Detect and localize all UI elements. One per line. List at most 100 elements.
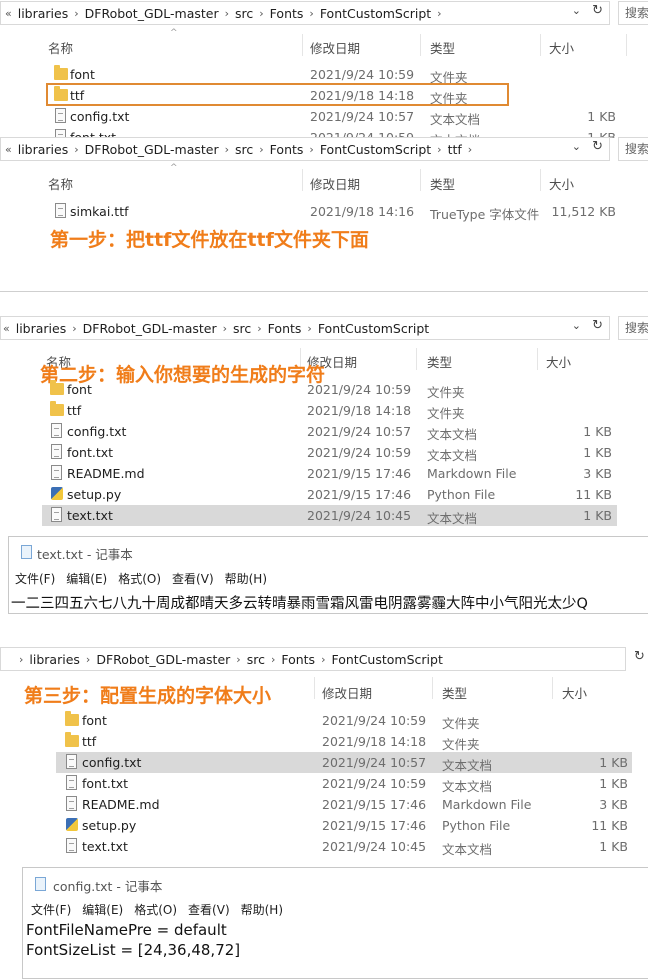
folder-icon <box>50 401 64 416</box>
file-row[interactable]: ttf 2021/9/18 14:18 文件夹 <box>0 400 620 421</box>
explorer-panel-1: « libraries › DFRobot_GDL-master › src › Fo… <box>0 0 648 138</box>
explorer-panel-2: « libraries › DFRobot_GDL-master › src › Fo… <box>0 137 648 292</box>
column-header-date[interactable]: 修改日期 <box>310 174 360 193</box>
file-row[interactable]: font 2021/9/24 10:59 文件夹 <box>0 710 640 731</box>
search-input[interactable]: 搜索 <box>618 316 648 340</box>
column-header-size[interactable]: 大小 <box>549 38 574 57</box>
file-row[interactable]: README.md 2021/9/15 17:46 Markdown File … <box>0 463 620 484</box>
breadcrumb-fonts[interactable]: Fonts <box>268 321 302 336</box>
chevron-down-icon[interactable]: ⌄ <box>572 140 581 153</box>
column-header-type[interactable]: 类型 <box>442 683 467 702</box>
menu-file[interactable]: 文件(F) <box>15 572 55 586</box>
menu-edit[interactable]: 编辑(E) <box>82 903 123 917</box>
refresh-icon[interactable]: ↻ <box>592 139 603 154</box>
python-file-icon <box>66 818 78 831</box>
file-row[interactable]: text.txt 2021/9/24 10:45 文本文档 1 KB <box>0 836 640 857</box>
text-file-icon <box>51 444 62 459</box>
text-file-icon <box>55 108 66 123</box>
folder-icon <box>65 711 79 726</box>
menu-format[interactable]: 格式(O) <box>118 572 161 586</box>
refresh-icon[interactable]: ↻ <box>634 649 645 664</box>
back-chevron-icon[interactable]: « <box>5 143 12 156</box>
breadcrumb-ttf[interactable]: ttf <box>448 142 462 157</box>
breadcrumb-fontcustomscript[interactable]: FontCustomScript <box>331 652 442 667</box>
search-input[interactable]: 搜索 <box>618 137 648 161</box>
breadcrumb-src[interactable]: src <box>235 142 253 157</box>
column-header-date[interactable]: 修改日期 <box>310 38 360 57</box>
config-line-2[interactable]: FontSizeList = [24,36,48,72] <box>26 941 240 959</box>
column-header-type[interactable]: 类型 <box>430 174 455 193</box>
breadcrumb-fonts[interactable]: Fonts <box>281 652 315 667</box>
menu-help[interactable]: 帮助(H) <box>225 572 267 586</box>
file-row[interactable]: font.txt 2021/9/24 10:59 文本文档 1 KB <box>0 773 640 794</box>
address-bar[interactable]: « libraries › DFRobot_GDL-master › src › Fo… <box>0 1 610 25</box>
menu-edit[interactable]: 编辑(E) <box>66 572 107 586</box>
breadcrumb-fontcustomscript[interactable]: FontCustomScript <box>320 142 431 157</box>
file-row[interactable]: font 2021/9/24 10:59 文件夹 <box>0 64 648 85</box>
column-header-type[interactable]: 类型 <box>427 352 452 371</box>
address-bar[interactable]: « libraries › DFRobot_GDL-master › src › Fo… <box>0 316 610 340</box>
file-row-selected[interactable]: text.txt 2021/9/24 10:45 文本文档 1 KB <box>42 505 617 526</box>
text-file-icon <box>66 754 77 769</box>
column-header-size[interactable]: 大小 <box>562 683 587 702</box>
menu-help[interactable]: 帮助(H) <box>241 903 283 917</box>
column-header-name[interactable]: 名称 <box>48 174 73 193</box>
folder-icon <box>50 380 64 395</box>
breadcrumb-dfrobot[interactable]: DFRobot_GDL-master <box>85 6 219 21</box>
breadcrumb-fontcustomscript[interactable]: FontCustomScript <box>318 321 429 336</box>
sort-arrow-icon: ^ <box>170 163 178 173</box>
breadcrumb-src[interactable]: src <box>247 652 265 667</box>
file-row[interactable]: ttf 2021/9/18 14:18 文件夹 <box>0 731 640 752</box>
chevron-down-icon[interactable]: ⌄ <box>572 319 581 332</box>
folder-icon <box>65 732 79 747</box>
config-line-1[interactable]: FontFileNamePre = default <box>26 921 227 939</box>
search-input[interactable]: 搜索 <box>618 1 648 25</box>
breadcrumb-dfrobot[interactable]: DFRobot_GDL-master <box>83 321 217 336</box>
file-row[interactable]: config.txt 2021/9/24 10:57 文本文档 1 KB <box>0 421 620 442</box>
chevron-down-icon[interactable]: ⌄ <box>572 4 581 17</box>
text-editor-content[interactable]: 一二三四五六七八九十周成都晴天多云转晴暴雨雪霜风雷电阴露雾霾大阵中小气阳光太少Q <box>11 592 648 613</box>
notepad-icon <box>21 545 32 559</box>
back-chevron-icon[interactable]: « <box>3 322 10 335</box>
refresh-icon[interactable]: ↻ <box>592 3 603 18</box>
breadcrumb-dfrobot[interactable]: DFRobot_GDL-master <box>85 142 219 157</box>
column-header-size[interactable]: 大小 <box>546 352 571 371</box>
address-bar[interactable]: › libraries › DFRobot_GDL-master › src › Fo… <box>0 647 626 671</box>
window-title: config.txt - 记事本 <box>53 879 163 894</box>
file-row[interactable]: setup.py 2021/9/15 17:46 Python File 11 … <box>0 484 620 505</box>
notepad-window: text.txt - 记事本 文件(F) 编辑(E) 格式(O) 查看(V) 帮助(H)… <box>8 536 648 614</box>
text-file-icon <box>51 423 62 438</box>
address-bar[interactable]: « libraries › DFRobot_GDL-master › src › Fo… <box>0 137 610 161</box>
menu-format[interactable]: 格式(O) <box>134 903 177 917</box>
column-header-name[interactable]: 名称 <box>48 38 73 57</box>
menu-file[interactable]: 文件(F) <box>31 903 71 917</box>
file-row[interactable]: setup.py 2021/9/15 17:46 Python File 11 … <box>0 815 640 836</box>
column-header-type[interactable]: 类型 <box>430 38 455 57</box>
breadcrumb-libraries[interactable]: libraries <box>29 652 80 667</box>
breadcrumb-fonts[interactable]: Fonts <box>270 142 304 157</box>
breadcrumb-dfrobot[interactable]: DFRobot_GDL-master <box>96 652 230 667</box>
file-row[interactable]: font 2021/9/24 10:59 文件夹 <box>0 379 620 400</box>
back-chevron-icon[interactable]: › <box>19 653 23 666</box>
back-chevron-icon[interactable]: « <box>5 7 12 20</box>
breadcrumb-fonts[interactable]: Fonts <box>270 6 304 21</box>
refresh-icon[interactable]: ↻ <box>592 318 603 333</box>
file-row[interactable]: font.txt 2021/9/24 10:59 文本文档 1 KB <box>0 442 620 463</box>
breadcrumb-libraries[interactable]: libraries <box>18 6 69 21</box>
breadcrumb-libraries[interactable]: libraries <box>18 142 69 157</box>
file-row[interactable]: simkai.ttf 2021/9/18 14:16 TrueType 字体文件… <box>0 201 648 222</box>
step-3-caption: 第三步：配置生成的字体大小 <box>24 685 272 707</box>
breadcrumb-src[interactable]: src <box>233 321 251 336</box>
sort-arrow-icon: ^ <box>170 28 178 38</box>
file-row-selected[interactable]: config.txt 2021/9/24 10:57 文本文档 1 KB <box>56 752 632 773</box>
menu-view[interactable]: 查看(V) <box>172 572 214 586</box>
breadcrumb-fontcustomscript[interactable]: FontCustomScript <box>320 6 431 21</box>
menu-view[interactable]: 查看(V) <box>188 903 230 917</box>
file-row[interactable]: README.md 2021/9/15 17:46 Markdown File … <box>0 794 640 815</box>
breadcrumb-libraries[interactable]: libraries <box>16 321 67 336</box>
step-1-caption: 第一步：把ttf文件放在ttf文件夹下面 <box>50 229 369 251</box>
column-header-date[interactable]: 修改日期 <box>322 683 372 702</box>
breadcrumb-src[interactable]: src <box>235 6 253 21</box>
file-row[interactable]: config.txt 2021/9/24 10:57 文本文档 1 KB <box>0 106 648 127</box>
column-header-size[interactable]: 大小 <box>549 174 574 193</box>
